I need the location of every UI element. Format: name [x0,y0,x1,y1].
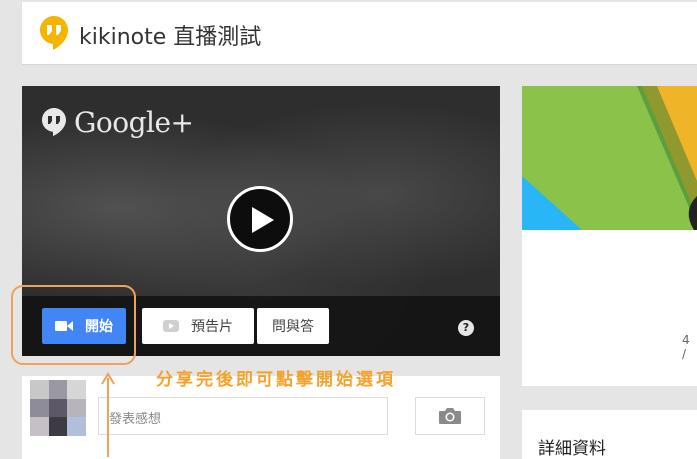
help-icon[interactable]: ? [458,320,474,336]
annotation-text: 分享完後即可點擊開始選項 [156,370,396,390]
play-icon [252,207,274,233]
camera-icon [439,408,461,424]
event-header: kikinote 直播測試 [22,2,697,64]
qa-button[interactable]: 問與答 [257,308,329,344]
avatar [30,380,86,436]
hangouts-icon [42,108,66,136]
start-highlight-box [11,285,136,365]
side-card: 4 / [522,86,697,386]
details-card: 詳細資料 [522,410,697,459]
side-count: 4 / [682,333,690,361]
google-plus-brand: Google+ [74,105,194,139]
youtube-icon [163,320,179,332]
qa-label: 問與答 [272,319,314,335]
camera-button[interactable] [415,397,485,435]
trailer-button[interactable]: 預告片 [142,308,254,344]
page-title: kikinote 直播測試 [79,25,262,50]
cover-image [522,86,697,230]
annotation-arrow [101,372,115,457]
play-button[interactable] [227,186,293,252]
google-plus-logo: Google+ [42,102,194,142]
trailer-label: 預告片 [191,319,233,335]
comment-input[interactable]: 發表感想 [98,397,388,435]
hangouts-icon [40,16,68,50]
details-title: 詳細資料 [538,439,606,459]
